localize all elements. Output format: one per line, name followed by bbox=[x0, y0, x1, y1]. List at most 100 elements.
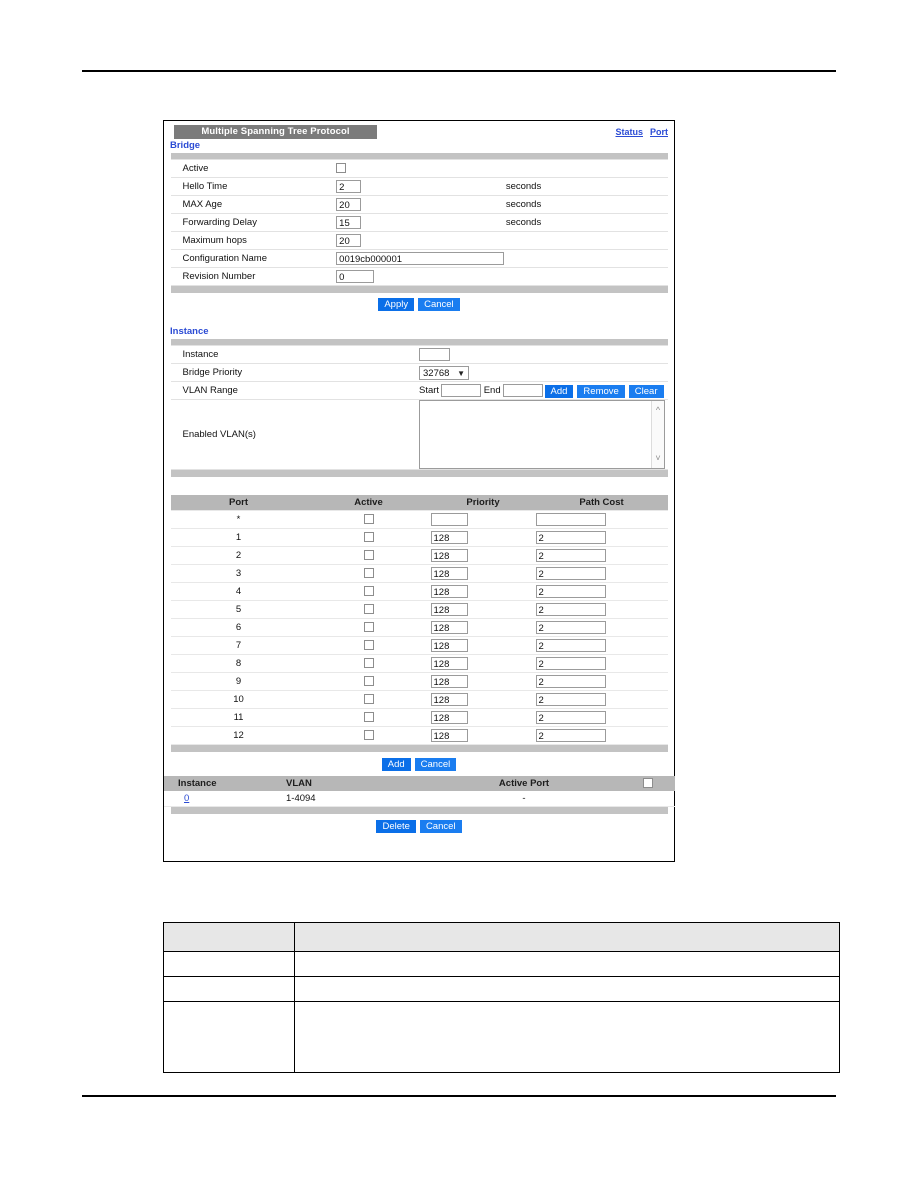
active-cell bbox=[306, 582, 431, 601]
cell-vlan-range: Start End Add Remove Clear bbox=[419, 381, 668, 400]
max-age-input[interactable]: 20 bbox=[336, 198, 362, 211]
port-path-cost-input[interactable]: 2 bbox=[535, 693, 606, 706]
port-active-checkbox[interactable] bbox=[363, 586, 374, 597]
port-active-checkbox[interactable] bbox=[363, 532, 374, 543]
vlan-end-input[interactable] bbox=[502, 384, 543, 397]
path-cost-cell: 2 bbox=[535, 564, 668, 583]
port-priority-input[interactable]: 128 bbox=[430, 639, 468, 652]
port-path-cost-input[interactable]: 2 bbox=[535, 711, 606, 724]
hello-time-input[interactable]: 2 bbox=[336, 180, 362, 193]
port-priority-input[interactable]: 128 bbox=[430, 729, 468, 742]
table-row: 10 128 2 bbox=[170, 690, 668, 709]
port-priority-input[interactable]: 128 bbox=[430, 711, 468, 724]
table-row-max-age: MAX Age 20 seconds bbox=[170, 195, 668, 214]
enabled-vlans-scrollbar[interactable]: ^ ˅ bbox=[651, 401, 664, 468]
priority-cell: 128 bbox=[430, 708, 536, 727]
table-row-enabled-vlans: Enabled VLAN(s) ^ ˅ bbox=[170, 399, 668, 470]
table-row: 0 1-4094- bbox=[164, 791, 675, 807]
port-priority-input[interactable]: 128 bbox=[430, 531, 468, 544]
port-path-cost-input[interactable] bbox=[535, 513, 606, 526]
active-port-cell: - bbox=[428, 791, 620, 807]
port-add-button[interactable]: Add bbox=[381, 758, 411, 771]
nav-link-status[interactable]: Status bbox=[615, 127, 643, 137]
bridge-cancel-button[interactable]: Cancel bbox=[418, 298, 460, 311]
port-active-checkbox[interactable] bbox=[363, 640, 374, 651]
enabled-vlans-textarea[interactable]: ^ ˅ bbox=[419, 400, 665, 469]
table-row-vlan-range: VLAN Range Start End Add Remove Clear bbox=[170, 381, 668, 400]
vlan-range-controls: Start End Add Remove Clear bbox=[419, 384, 668, 398]
port-cell: 4 bbox=[170, 582, 307, 601]
port-active-checkbox[interactable] bbox=[363, 550, 374, 561]
vlan-start-input[interactable] bbox=[441, 384, 482, 397]
table-row-configuration-name: Configuration Name 0019cb000001 bbox=[170, 249, 668, 268]
section-label-bridge: Bridge bbox=[170, 140, 201, 151]
forwarding-delay-input[interactable]: 15 bbox=[336, 216, 362, 229]
vlan-remove-button[interactable]: Remove bbox=[577, 385, 625, 398]
port-active-checkbox[interactable] bbox=[363, 730, 374, 741]
doc-column-header-label bbox=[163, 922, 295, 952]
port-path-cost-input[interactable]: 2 bbox=[535, 657, 606, 670]
instance-list-bottom-strip bbox=[170, 807, 668, 814]
port-path-cost-input[interactable]: 2 bbox=[535, 603, 606, 616]
bridge-priority-select[interactable]: 32768 ▼ bbox=[419, 365, 469, 380]
port-active-checkbox[interactable] bbox=[363, 568, 374, 579]
port-path-cost-input[interactable]: 2 bbox=[535, 567, 606, 580]
priority-cell: 128 bbox=[430, 636, 536, 655]
label-vlan-range: VLAN Range bbox=[170, 381, 419, 400]
port-path-cost-input[interactable]: 2 bbox=[535, 549, 606, 562]
table-row-active: Active bbox=[170, 159, 668, 178]
port-priority-input[interactable]: 128 bbox=[430, 657, 468, 670]
port-priority-input[interactable]: 128 bbox=[430, 675, 468, 688]
port-priority-input[interactable]: 128 bbox=[430, 567, 468, 580]
port-priority-input[interactable] bbox=[430, 513, 468, 526]
active-checkbox[interactable] bbox=[336, 163, 347, 174]
port-active-checkbox[interactable] bbox=[363, 622, 374, 633]
instance-input[interactable] bbox=[419, 348, 450, 361]
cell-instance bbox=[419, 345, 668, 364]
column-header-active: Active bbox=[306, 495, 431, 511]
configuration-name-input[interactable]: 0019cb000001 bbox=[336, 252, 505, 265]
port-priority-input[interactable]: 128 bbox=[430, 603, 468, 616]
port-path-cost-input[interactable]: 2 bbox=[535, 531, 606, 544]
bridge-settings-table: Active Hello Time 2 seconds MAX Age 20 s… bbox=[170, 153, 668, 293]
priority-cell: 128 bbox=[430, 726, 536, 745]
table-row bbox=[163, 976, 840, 1002]
bridge-apply-button[interactable]: Apply bbox=[378, 298, 415, 311]
port-path-cost-input[interactable]: 2 bbox=[535, 639, 606, 652]
instance-delete-button[interactable]: Delete bbox=[376, 820, 416, 833]
port-active-checkbox[interactable] bbox=[363, 676, 374, 687]
port-active-checkbox[interactable] bbox=[363, 514, 374, 525]
port-active-checkbox[interactable] bbox=[363, 604, 374, 615]
active-cell bbox=[306, 564, 431, 583]
port-path-cost-input[interactable]: 2 bbox=[535, 585, 606, 598]
table-row: 6 128 2 bbox=[170, 618, 668, 637]
port-path-cost-input[interactable]: 2 bbox=[535, 621, 606, 634]
nav-link-port[interactable]: Port bbox=[650, 127, 668, 137]
column-header-path-cost: Path Cost bbox=[535, 495, 668, 511]
port-cancel-button[interactable]: Cancel bbox=[414, 758, 457, 771]
table-row-forwarding-delay: Forwarding Delay 15 seconds bbox=[170, 213, 668, 232]
vlan-clear-button[interactable]: Clear bbox=[628, 385, 664, 398]
doc-cell-label bbox=[163, 1001, 295, 1073]
port-path-cost-input[interactable]: 2 bbox=[535, 675, 606, 688]
scroll-up-icon[interactable]: ^ bbox=[652, 406, 664, 415]
select-all-checkbox[interactable] bbox=[642, 778, 653, 789]
vlan-add-button[interactable]: Add bbox=[544, 385, 574, 398]
port-active-checkbox[interactable] bbox=[363, 658, 374, 669]
scroll-down-icon[interactable]: ˅ bbox=[652, 454, 664, 463]
port-path-cost-input[interactable]: 2 bbox=[535, 729, 606, 742]
instance-list-cancel-button[interactable]: Cancel bbox=[419, 820, 462, 833]
port-priority-input[interactable]: 128 bbox=[430, 621, 468, 634]
revision-number-input[interactable]: 0 bbox=[336, 270, 375, 283]
row-select-cell bbox=[620, 791, 675, 807]
maximum-hops-input[interactable]: 20 bbox=[336, 234, 362, 247]
table-row: 4 128 2 bbox=[170, 582, 668, 601]
port-priority-input[interactable]: 128 bbox=[430, 549, 468, 562]
instance-link[interactable]: 0 bbox=[184, 793, 189, 804]
instance-table-bottom-strip bbox=[170, 469, 668, 477]
port-priority-input[interactable]: 128 bbox=[430, 693, 468, 706]
port-priority-input[interactable]: 128 bbox=[430, 585, 468, 598]
port-active-checkbox[interactable] bbox=[363, 694, 374, 705]
port-active-checkbox[interactable] bbox=[363, 712, 374, 723]
path-cost-cell: 2 bbox=[535, 618, 668, 637]
